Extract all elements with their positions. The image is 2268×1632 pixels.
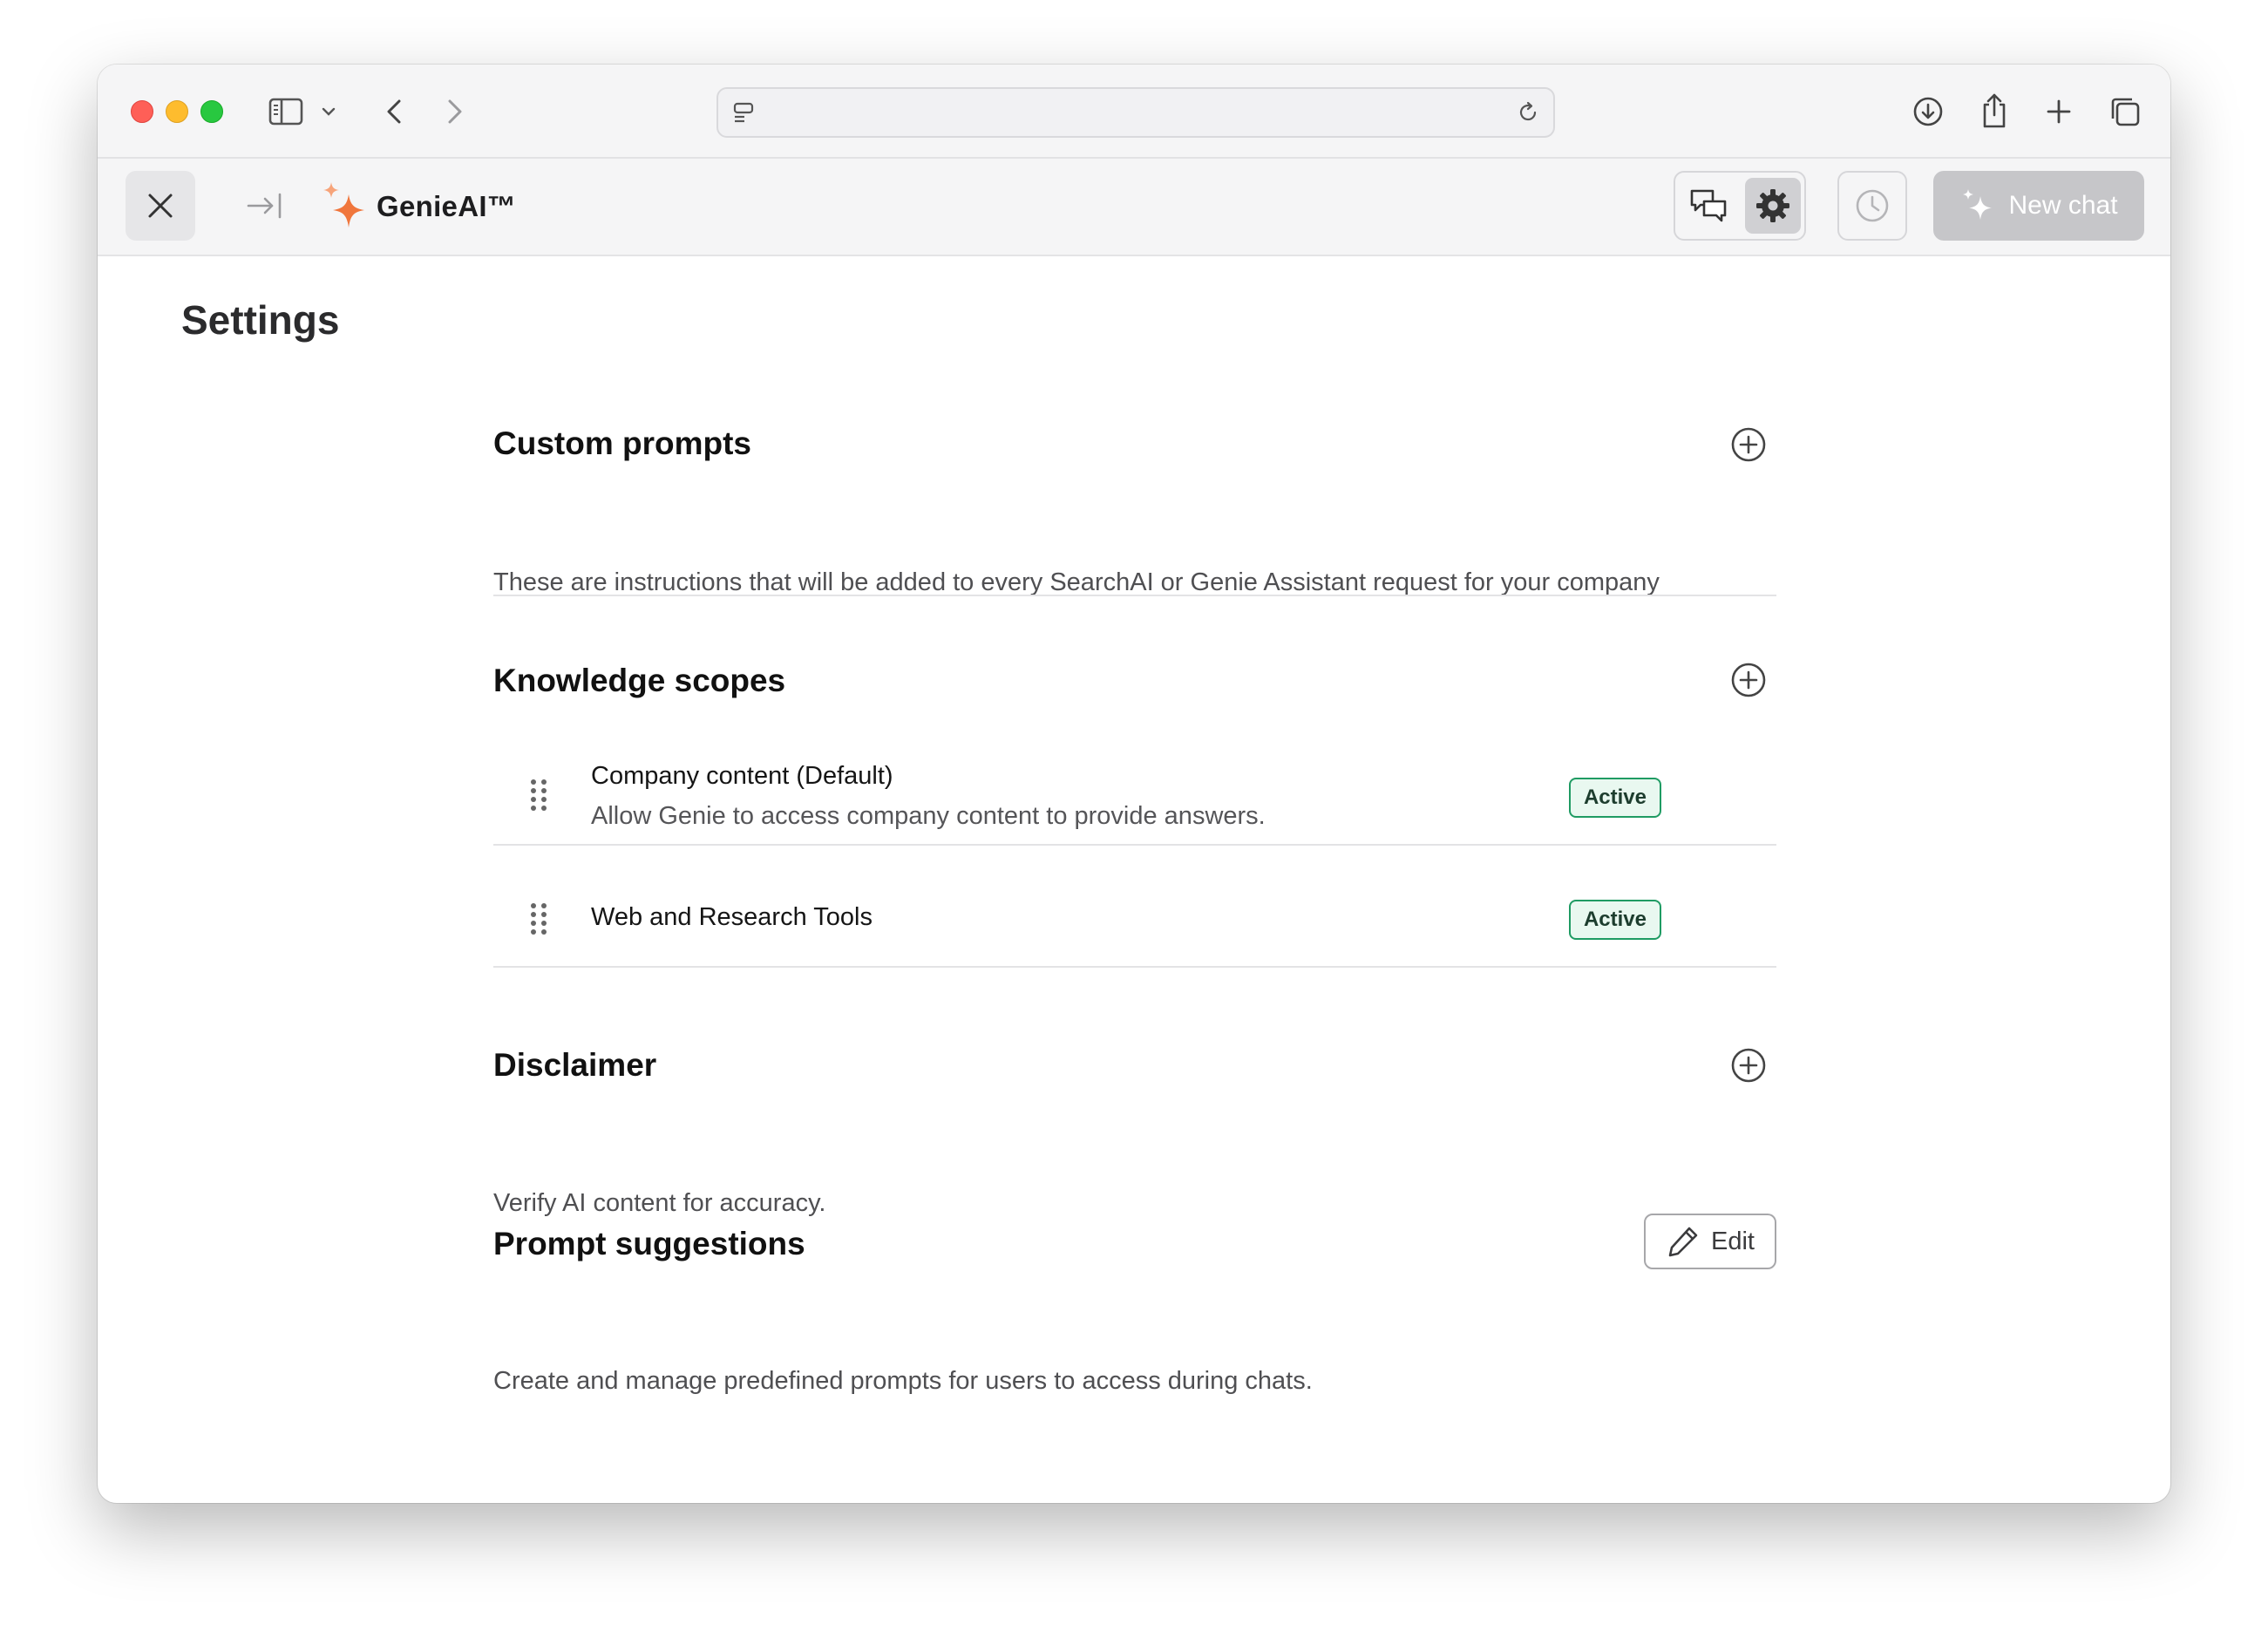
custom-prompts-title: Custom prompts — [493, 425, 751, 461]
plus-circle-icon — [1731, 427, 1766, 462]
sparkle-icon — [1963, 189, 1993, 220]
drag-handle-icon[interactable] — [528, 778, 549, 813]
page-settings-icon[interactable] — [730, 99, 757, 126]
add-custom-prompt-button[interactable] — [1729, 425, 1768, 464]
scope-name: Company content (Default) — [591, 762, 893, 790]
chats-view-button[interactable] — [1681, 178, 1736, 234]
browser-window: GenieAI™ New chat Settings Custom prompt… — [98, 65, 2170, 1503]
section-divider — [493, 595, 1776, 596]
settings-view-button[interactable] — [1745, 178, 1801, 234]
knowledge-scopes-title: Knowledge scopes — [493, 663, 786, 698]
status-badge: Active — [1569, 778, 1661, 818]
scope-description: Allow Genie to access company content to… — [591, 802, 1266, 830]
view-toggle-group — [1674, 171, 1806, 241]
scope-name: Web and Research Tools — [591, 903, 873, 931]
edit-label: Edit — [1711, 1227, 1755, 1255]
new-tab-plus-icon[interactable] — [2040, 92, 2078, 131]
pencil-icon — [1668, 1227, 1698, 1257]
row-divider — [493, 844, 1776, 846]
add-disclaimer-button[interactable] — [1729, 1046, 1768, 1085]
close-panel-button[interactable] — [126, 171, 195, 241]
page-title: Settings — [181, 297, 340, 343]
new-chat-button[interactable]: New chat — [1933, 171, 2144, 241]
back-arrow-icon[interactable] — [377, 94, 411, 129]
app-header: GenieAI™ New chat — [98, 159, 2170, 256]
arrow-to-right-icon — [247, 193, 282, 219]
new-chat-label: New chat — [2008, 191, 2118, 220]
close-window-button[interactable] — [131, 100, 153, 123]
minimize-window-button[interactable] — [166, 100, 188, 123]
zoom-window-button[interactable] — [200, 100, 223, 123]
sidebar-toggle-icon[interactable] — [267, 94, 305, 129]
disclaimer-description: Verify AI content for accuracy. — [493, 1189, 826, 1217]
prompt-suggestions-description: Create and manage predefined prompts for… — [493, 1367, 1313, 1395]
chevron-down-icon[interactable] — [319, 103, 338, 120]
drag-handle-icon[interactable] — [528, 901, 549, 936]
add-knowledge-scope-button[interactable] — [1729, 661, 1768, 699]
clock-icon — [1856, 189, 1889, 222]
plus-circle-icon — [1731, 663, 1766, 697]
gear-icon — [1756, 189, 1789, 222]
address-bar[interactable] — [716, 87, 1555, 138]
history-button[interactable] — [1837, 171, 1907, 241]
expand-panel-button[interactable] — [230, 171, 300, 241]
brand: GenieAI™ — [316, 176, 516, 237]
edit-prompt-suggestions-button[interactable]: Edit — [1644, 1214, 1776, 1269]
custom-prompts-description: These are instructions that will be adde… — [493, 568, 1660, 596]
forward-arrow-icon[interactable] — [438, 94, 472, 129]
reload-icon[interactable] — [1515, 99, 1541, 126]
share-icon[interactable] — [1975, 89, 2013, 133]
disclaimer-title: Disclaimer — [493, 1047, 657, 1083]
brand-name: GenieAI™ — [377, 190, 517, 222]
plus-circle-icon — [1731, 1048, 1766, 1083]
close-icon — [148, 194, 173, 218]
tab-overview-icon[interactable] — [2106, 92, 2144, 131]
browser-toolbar — [98, 65, 2170, 159]
chat-bubbles-icon — [1690, 189, 1727, 222]
downloads-icon[interactable] — [1909, 92, 1947, 131]
sparkle-logo-icon — [323, 182, 364, 228]
status-badge: Active — [1569, 900, 1661, 940]
prompt-suggestions-title: Prompt suggestions — [493, 1226, 805, 1261]
url-input[interactable] — [774, 89, 1501, 138]
row-divider — [493, 966, 1776, 968]
